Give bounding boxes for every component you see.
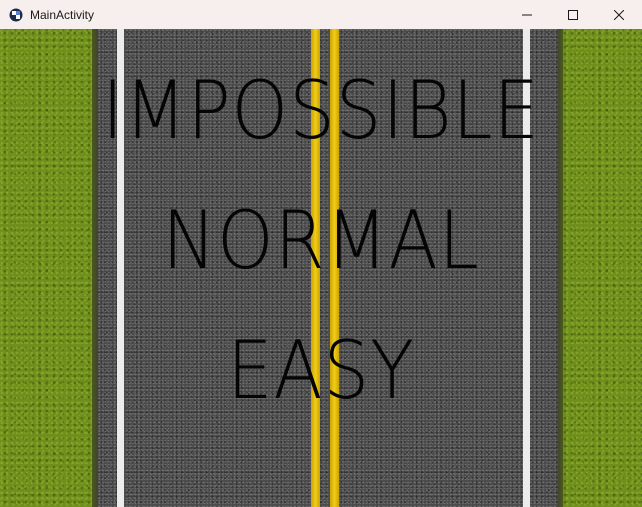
close-button[interactable]	[596, 0, 642, 29]
title-bar[interactable]: MainActivity	[0, 0, 642, 29]
maximize-icon	[568, 9, 578, 20]
difficulty-easy-button[interactable]: EASY	[32, 331, 610, 411]
minimize-icon	[522, 14, 532, 15]
window-title: MainActivity	[30, 7, 95, 22]
app-icon	[8, 7, 24, 23]
maximize-button[interactable]	[550, 0, 596, 29]
difficulty-menu: IMPOSSIBLE NORMAL EASY	[0, 29, 642, 507]
close-icon	[614, 9, 624, 20]
app-window: MainActivity IMPOSSIBLE NORMAL EASY	[0, 0, 642, 507]
difficulty-impossible-button[interactable]: IMPOSSIBLE	[32, 71, 610, 151]
minimize-button[interactable]	[504, 0, 550, 29]
difficulty-normal-button[interactable]: NORMAL	[32, 201, 610, 281]
